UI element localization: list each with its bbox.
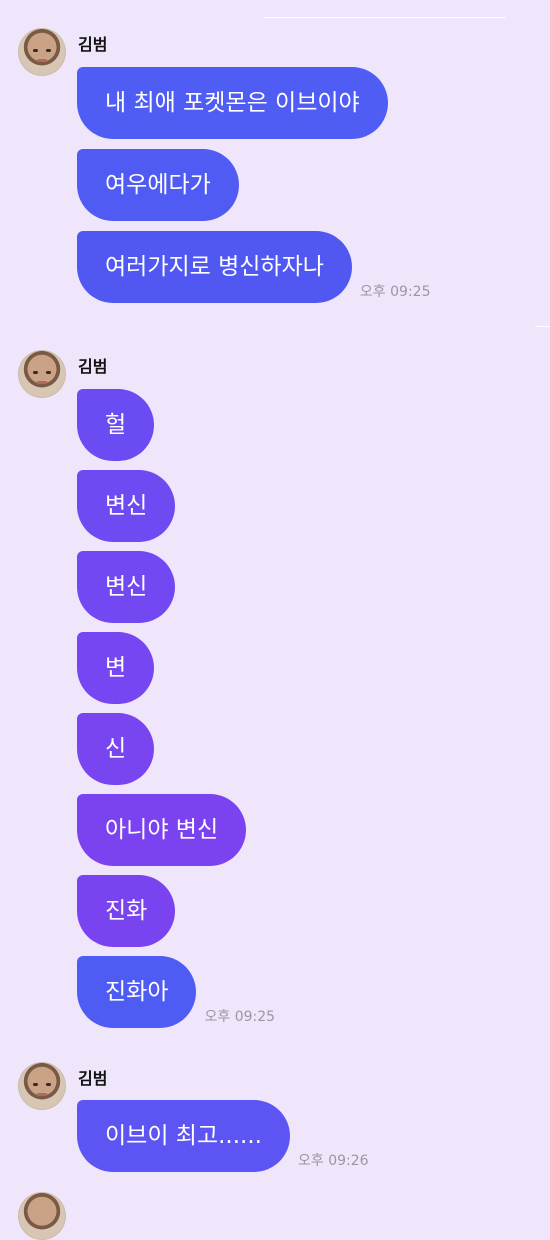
message-row: 신	[77, 713, 155, 785]
avatar-eye	[46, 371, 51, 374]
bubble-list: 이브이 최고...... 오후 09:26	[77, 1100, 369, 1172]
message-bubble[interactable]: 변	[77, 632, 155, 704]
sender-name: 김범	[78, 1069, 108, 1088]
message-row: 이브이 최고...... 오후 09:26	[77, 1100, 369, 1172]
avatar-eye	[33, 49, 38, 52]
avatar-mouth	[37, 381, 47, 384]
message-row: 진화아 오후 09:25	[77, 956, 275, 1028]
avatar-eye	[33, 1083, 38, 1086]
message-bubble[interactable]: 이브이 최고......	[77, 1100, 290, 1172]
message-bubble[interactable]: 헐	[77, 389, 155, 461]
avatar-mouth	[37, 59, 47, 62]
avatar[interactable]	[18, 1062, 66, 1110]
avatar-eye	[33, 371, 38, 374]
message-bubble[interactable]: 진화	[77, 875, 176, 947]
message-row: 헐	[77, 389, 155, 461]
bubble-list: 헐 변신 변신 변 신 아니야 변신 진화 진화아 오후 09:25	[77, 389, 275, 1028]
message-timestamp: 오후 09:25	[204, 1009, 276, 1025]
message-bubble[interactable]: 진화아	[77, 956, 197, 1028]
message-bubble[interactable]: 신	[77, 713, 155, 785]
group-divider	[535, 326, 550, 327]
message-timestamp: 오후 09:26	[297, 1153, 369, 1169]
message-bubble[interactable]: 변신	[77, 470, 176, 542]
message-bubble[interactable]: 아니야 변신	[77, 794, 247, 866]
message-row: 아니야 변신	[77, 794, 247, 866]
avatar[interactable]	[18, 350, 66, 398]
avatar-eye	[46, 49, 51, 52]
message-row: 내 최애 포켓몬은 이브이야	[77, 67, 388, 139]
avatar[interactable]	[18, 1192, 66, 1240]
top-divider	[264, 17, 506, 18]
avatar-mouth	[37, 1093, 47, 1096]
message-timestamp: 오후 09:25	[359, 284, 431, 300]
message-row: 여우에다가	[77, 149, 239, 221]
message-bubble[interactable]: 여우에다가	[77, 149, 239, 221]
message-bubble[interactable]: 여러가지로 병신하자나	[77, 231, 352, 303]
message-bubble[interactable]: 변신	[77, 551, 176, 623]
message-bubble[interactable]: 내 최애 포켓몬은 이브이야	[77, 67, 388, 139]
message-row: 변	[77, 632, 155, 704]
message-row: 여러가지로 병신하자나 오후 09:25	[77, 231, 430, 303]
avatar[interactable]	[18, 28, 66, 76]
avatar-eye	[46, 1083, 51, 1086]
sender-name: 김범	[78, 357, 108, 376]
message-row: 변신	[77, 551, 176, 623]
message-row: 진화	[77, 875, 176, 947]
sender-name: 김범	[78, 35, 108, 54]
bubble-list: 내 최애 포켓몬은 이브이야 여우에다가 여러가지로 병신하자나 오후 09:2…	[77, 67, 430, 303]
message-row: 변신	[77, 470, 176, 542]
